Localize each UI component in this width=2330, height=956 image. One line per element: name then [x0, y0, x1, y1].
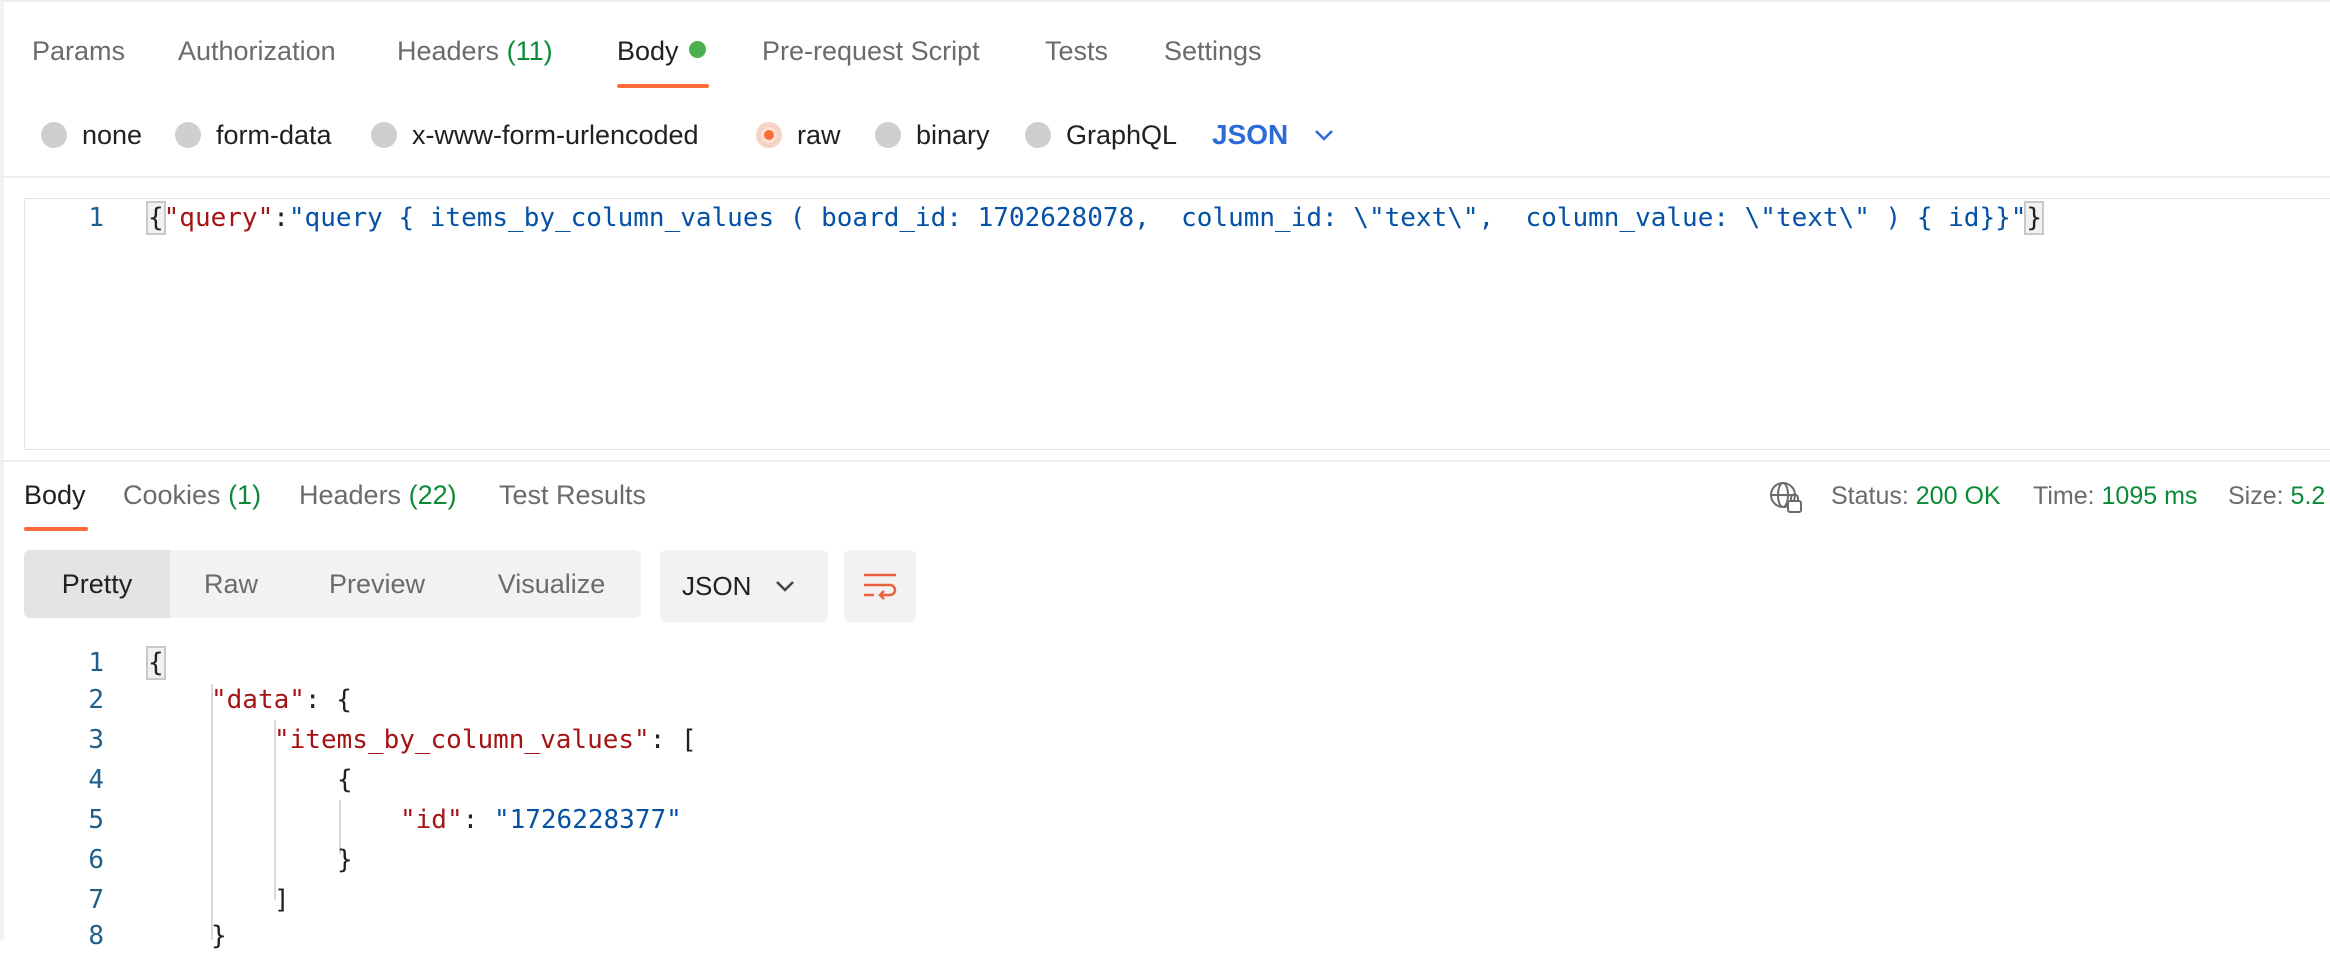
- radio-circle-icon: [875, 122, 901, 148]
- tab-headers-count: (11): [506, 36, 553, 66]
- line-number: 2: [88, 685, 104, 715]
- body-status-dot-icon: [688, 41, 706, 58]
- json-punct: :: [462, 805, 494, 835]
- indent-guide: [211, 684, 213, 940]
- json-punct: : {: [304, 685, 352, 715]
- close-brace: }: [2024, 201, 2045, 235]
- response-tab-test-results[interactable]: Test Results: [499, 480, 646, 511]
- radio-circle-icon: [41, 122, 67, 148]
- code-text: }: [337, 845, 353, 875]
- body-format-dropdown[interactable]: JSON: [1212, 118, 1334, 152]
- radio-circle-icon: [371, 122, 397, 148]
- left-border: [0, 0, 4, 940]
- response-tab-headers[interactable]: Headers (22): [299, 480, 457, 511]
- json-string-value: "1726228377": [493, 805, 682, 835]
- response-format-label: JSON: [682, 570, 752, 601]
- code-text: }: [211, 921, 227, 951]
- chevron-down-icon: [1315, 130, 1334, 141]
- request-code-line[interactable]: {"query":"query { items_by_column_values…: [146, 201, 2045, 235]
- response-tab-cookies[interactable]: Cookies (1): [123, 480, 261, 511]
- open-brace: {: [146, 201, 166, 235]
- radio-binary-label: binary: [916, 119, 990, 150]
- section-divider: [0, 176, 2330, 178]
- tab-body-label: Body: [617, 36, 679, 66]
- json-punct: : [: [649, 725, 697, 755]
- line-number: 8: [88, 921, 104, 951]
- response-tab-cookies-label: Cookies: [123, 480, 221, 510]
- response-tab-body[interactable]: Body: [24, 480, 86, 511]
- body-format-label: JSON: [1212, 119, 1289, 150]
- response-tab-headers-label: Headers: [299, 480, 402, 510]
- radio-binary[interactable]: binary: [875, 118, 990, 152]
- status-value: 200 OK: [1915, 482, 2001, 510]
- response-tab-cookies-count: (1): [228, 480, 262, 510]
- active-tab-indicator: [617, 84, 709, 88]
- response-status: Status: 200 OK: [1831, 482, 2001, 511]
- line-number: 4: [88, 765, 104, 795]
- code-text: {: [337, 765, 353, 795]
- view-raw-button[interactable]: Raw: [170, 550, 292, 618]
- response-size: Size: 5.2: [2228, 482, 2325, 511]
- json-colon: :: [273, 203, 289, 233]
- radio-x-www-form-urlencoded[interactable]: x-www-form-urlencoded: [371, 118, 699, 152]
- view-preview-button[interactable]: Preview: [292, 550, 462, 618]
- json-key: "items_by_column_values": [274, 725, 650, 755]
- tab-tests[interactable]: Tests: [1045, 36, 1108, 67]
- tab-headers-label: Headers: [397, 36, 500, 66]
- json-key: "data": [211, 685, 305, 715]
- tab-authorization[interactable]: Authorization: [178, 36, 336, 67]
- tab-settings[interactable]: Settings: [1164, 36, 1262, 67]
- active-response-tab-indicator: [24, 527, 88, 531]
- json-string-value: "query { items_by_column_values ( board_…: [288, 203, 2027, 233]
- network-globe-icon[interactable]: [1768, 480, 1804, 516]
- request-body-editor[interactable]: [24, 198, 2330, 450]
- response-format-dropdown[interactable]: JSON: [660, 550, 828, 622]
- line-number: 1: [88, 203, 104, 233]
- line-number: 5: [88, 805, 104, 835]
- radio-graphql-label: GraphQL: [1066, 119, 1178, 150]
- json-key: "query": [163, 203, 274, 233]
- radio-form-data[interactable]: form-data: [175, 118, 332, 152]
- radio-selected-icon: [756, 122, 782, 148]
- chevron-down-icon: [776, 581, 795, 592]
- code-text: {: [146, 646, 166, 680]
- radio-circle-icon: [1025, 122, 1051, 148]
- response-time: Time: 1095 ms: [2033, 482, 2197, 511]
- size-value: 5.2: [2290, 482, 2326, 510]
- radio-circle-icon: [175, 122, 201, 148]
- section-divider: [0, 460, 2330, 462]
- tab-pre-request-script[interactable]: Pre-request Script: [762, 36, 980, 67]
- radio-urlencoded-label: x-www-form-urlencoded: [412, 119, 699, 150]
- view-pretty-button[interactable]: Pretty: [24, 550, 170, 618]
- radio-graphql[interactable]: GraphQL: [1025, 118, 1177, 152]
- wrap-lines-icon: [864, 573, 897, 600]
- radio-raw[interactable]: raw: [756, 118, 841, 152]
- line-number: 1: [88, 648, 104, 678]
- wrap-lines-button[interactable]: [844, 550, 916, 622]
- radio-none[interactable]: none: [41, 118, 142, 152]
- radio-none-label: none: [82, 119, 143, 150]
- radio-form-data-label: form-data: [216, 119, 332, 150]
- tab-params[interactable]: Params: [32, 36, 125, 67]
- line-number: 7: [88, 885, 104, 915]
- line-number: 6: [88, 845, 104, 875]
- code-text: ]: [274, 885, 290, 915]
- time-label: Time:: [2033, 482, 2095, 510]
- top-border: [0, 0, 2330, 2]
- tab-headers[interactable]: Headers (11): [397, 36, 553, 67]
- size-label: Size:: [2228, 482, 2284, 510]
- response-tab-headers-count: (22): [408, 480, 457, 510]
- tab-body[interactable]: Body: [617, 36, 706, 67]
- radio-raw-label: raw: [797, 119, 841, 150]
- json-key: "id": [400, 805, 463, 835]
- line-number: 3: [88, 725, 104, 755]
- time-value: 1095 ms: [2101, 482, 2198, 510]
- status-label: Status:: [1831, 482, 1909, 510]
- view-visualize-button[interactable]: Visualize: [462, 550, 641, 618]
